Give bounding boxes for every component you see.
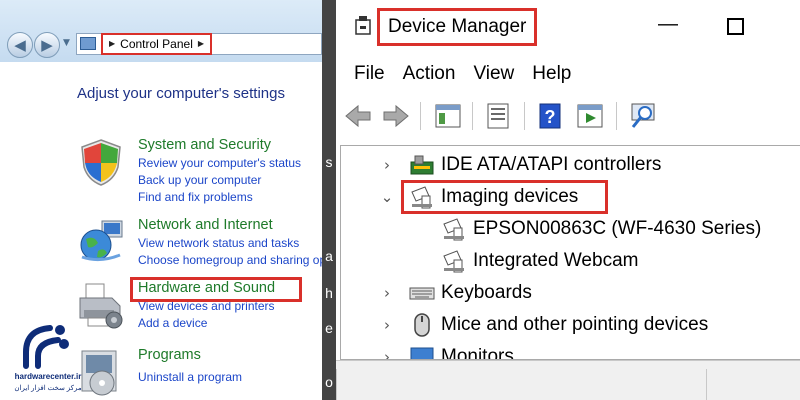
tree-node-integrated-webcam[interactable]: Integrated Webcam	[341, 245, 797, 277]
breadcrumb-item-control-panel[interactable]: Control Panel	[120, 35, 193, 53]
tree-node-label: EPSON00863C (WF-4630 Series)	[473, 218, 762, 239]
breadcrumb[interactable]: ▶ Control Panel ▶	[101, 33, 213, 55]
logo-subtitle: مرکز سخت افزار ایران	[14, 385, 82, 392]
tree-node-label: Integrated Webcam	[473, 250, 639, 271]
tree-node-keyboards[interactable]: › Keyboards	[341, 277, 797, 309]
link-homegroup[interactable]: Choose homegroup and sharing options	[138, 253, 322, 267]
tree-node-epson00863c[interactable]: EPSON00863C (WF-4630 Series)	[341, 213, 797, 245]
link-add-device[interactable]: Add a device	[138, 316, 207, 330]
strip-char: h	[325, 285, 333, 301]
status-bar	[336, 360, 800, 400]
minimize-button[interactable]: —	[654, 14, 682, 38]
status-divider	[336, 369, 337, 400]
category-title[interactable]: Network and Internet	[138, 217, 273, 233]
tree-node-mice[interactable]: › Mice and other pointing devices	[341, 309, 797, 341]
breadcrumb-separator-icon: ▶	[109, 39, 116, 48]
back-arrow-icon[interactable]	[342, 100, 374, 132]
expand-chevron-icon[interactable]: ›	[379, 316, 395, 334]
strip-char: o	[325, 374, 333, 390]
menu-bar: File Action View Help	[336, 60, 800, 88]
screenshot-composite: ◀ ▶ ▼ ▶ Control Panel ▶ Adjust your comp…	[0, 0, 800, 400]
title-bar[interactable]: Device Manager —	[336, 0, 800, 54]
expand-chevron-icon[interactable]: ›	[379, 348, 395, 359]
strip-char: e	[325, 320, 333, 336]
printer-icon	[79, 283, 123, 329]
collapse-chevron-icon[interactable]: ⌄	[379, 188, 395, 206]
background-strip: s a h e o	[322, 0, 336, 400]
device-manager-window: Device Manager — File Action View Help ?…	[336, 0, 800, 400]
menu-view[interactable]: View	[473, 60, 514, 88]
toolbar-separator	[616, 102, 617, 130]
mouse-icon	[414, 313, 430, 337]
toolbar-separator	[472, 102, 473, 130]
toolbar-separator	[524, 102, 525, 130]
device-tree: › IDE ATA/ATAPI controllers ⌄ Imaging de…	[340, 145, 800, 360]
forward-arrow-icon[interactable]	[380, 100, 412, 132]
tree-node-label: Monitors	[441, 346, 514, 360]
logo-text: hardwarecenter.ir	[14, 372, 82, 381]
link-network-status[interactable]: View network status and tasks	[138, 236, 299, 250]
tree-node-label: Mice and other pointing devices	[441, 314, 709, 335]
keyboard-icon	[409, 287, 435, 300]
expand-chevron-icon[interactable]: ›	[379, 284, 395, 302]
window-title: Device Manager	[377, 8, 538, 46]
back-button[interactable]: ◀	[7, 32, 33, 58]
control-panel-window: ◀ ▶ ▼ ▶ Control Panel ▶ Adjust your comp…	[0, 0, 322, 400]
expand-chevron-icon[interactable]: ›	[379, 156, 395, 174]
forward-button[interactable]: ▶	[34, 32, 60, 58]
svg-text:?: ?	[545, 107, 556, 127]
globe-network-icon	[80, 220, 123, 262]
menu-help[interactable]: Help	[532, 60, 571, 88]
maximize-button[interactable]	[727, 18, 744, 35]
tree-node-monitors[interactable]: › Monitors	[341, 341, 797, 360]
tree-node-label: IDE ATA/ATAPI controllers	[441, 154, 662, 175]
scan-hardware-icon[interactable]	[628, 100, 660, 132]
link-backup[interactable]: Back up your computer	[138, 173, 261, 187]
run-icon[interactable]	[574, 100, 606, 132]
toolbar: ?	[336, 96, 800, 138]
camera-icon	[443, 218, 464, 241]
ide-controller-icon	[410, 155, 434, 175]
link-find-fix-problems[interactable]: Find and fix problems	[138, 190, 253, 204]
help-icon[interactable]: ?	[534, 100, 566, 132]
hardwarecenter-logo: hardwarecenter.ir مرکز سخت افزار ایران	[8, 322, 82, 400]
shield-icon	[81, 139, 121, 186]
recent-pages-dropdown-icon[interactable]: ▼	[63, 38, 70, 48]
show-hide-console-tree-icon[interactable]	[432, 100, 464, 132]
status-divider	[706, 369, 707, 400]
highlight-hardware-and-sound	[130, 277, 302, 302]
category-title[interactable]: System and Security	[138, 137, 271, 153]
link-review-status[interactable]: Review your computer's status	[138, 156, 301, 170]
page-title: Adjust your computer's settings	[77, 85, 285, 102]
logo-mark-icon	[23, 325, 69, 369]
menu-action[interactable]: Action	[403, 60, 456, 88]
properties-icon[interactable]	[482, 100, 514, 132]
strip-char: a	[325, 248, 333, 264]
device-manager-app-icon	[355, 16, 371, 35]
strip-char: s	[325, 154, 333, 170]
category-title[interactable]: Programs	[138, 347, 201, 363]
toolbar-separator	[420, 102, 421, 130]
tree-node-label: Keyboards	[441, 282, 532, 303]
camera-icon	[443, 250, 464, 273]
monitor-icon	[410, 347, 434, 359]
link-uninstall-program[interactable]: Uninstall a program	[138, 370, 242, 384]
menu-file[interactable]: File	[354, 60, 385, 88]
breadcrumb-chevron-icon[interactable]: ▶	[198, 35, 204, 53]
address-bar[interactable]: ▶ Control Panel ▶	[76, 33, 322, 55]
highlight-imaging-devices	[401, 180, 608, 214]
control-panel-icon	[80, 37, 96, 50]
tree-node-ide-ata-atapi-controllers[interactable]: › IDE ATA/ATAPI controllers	[341, 149, 797, 181]
